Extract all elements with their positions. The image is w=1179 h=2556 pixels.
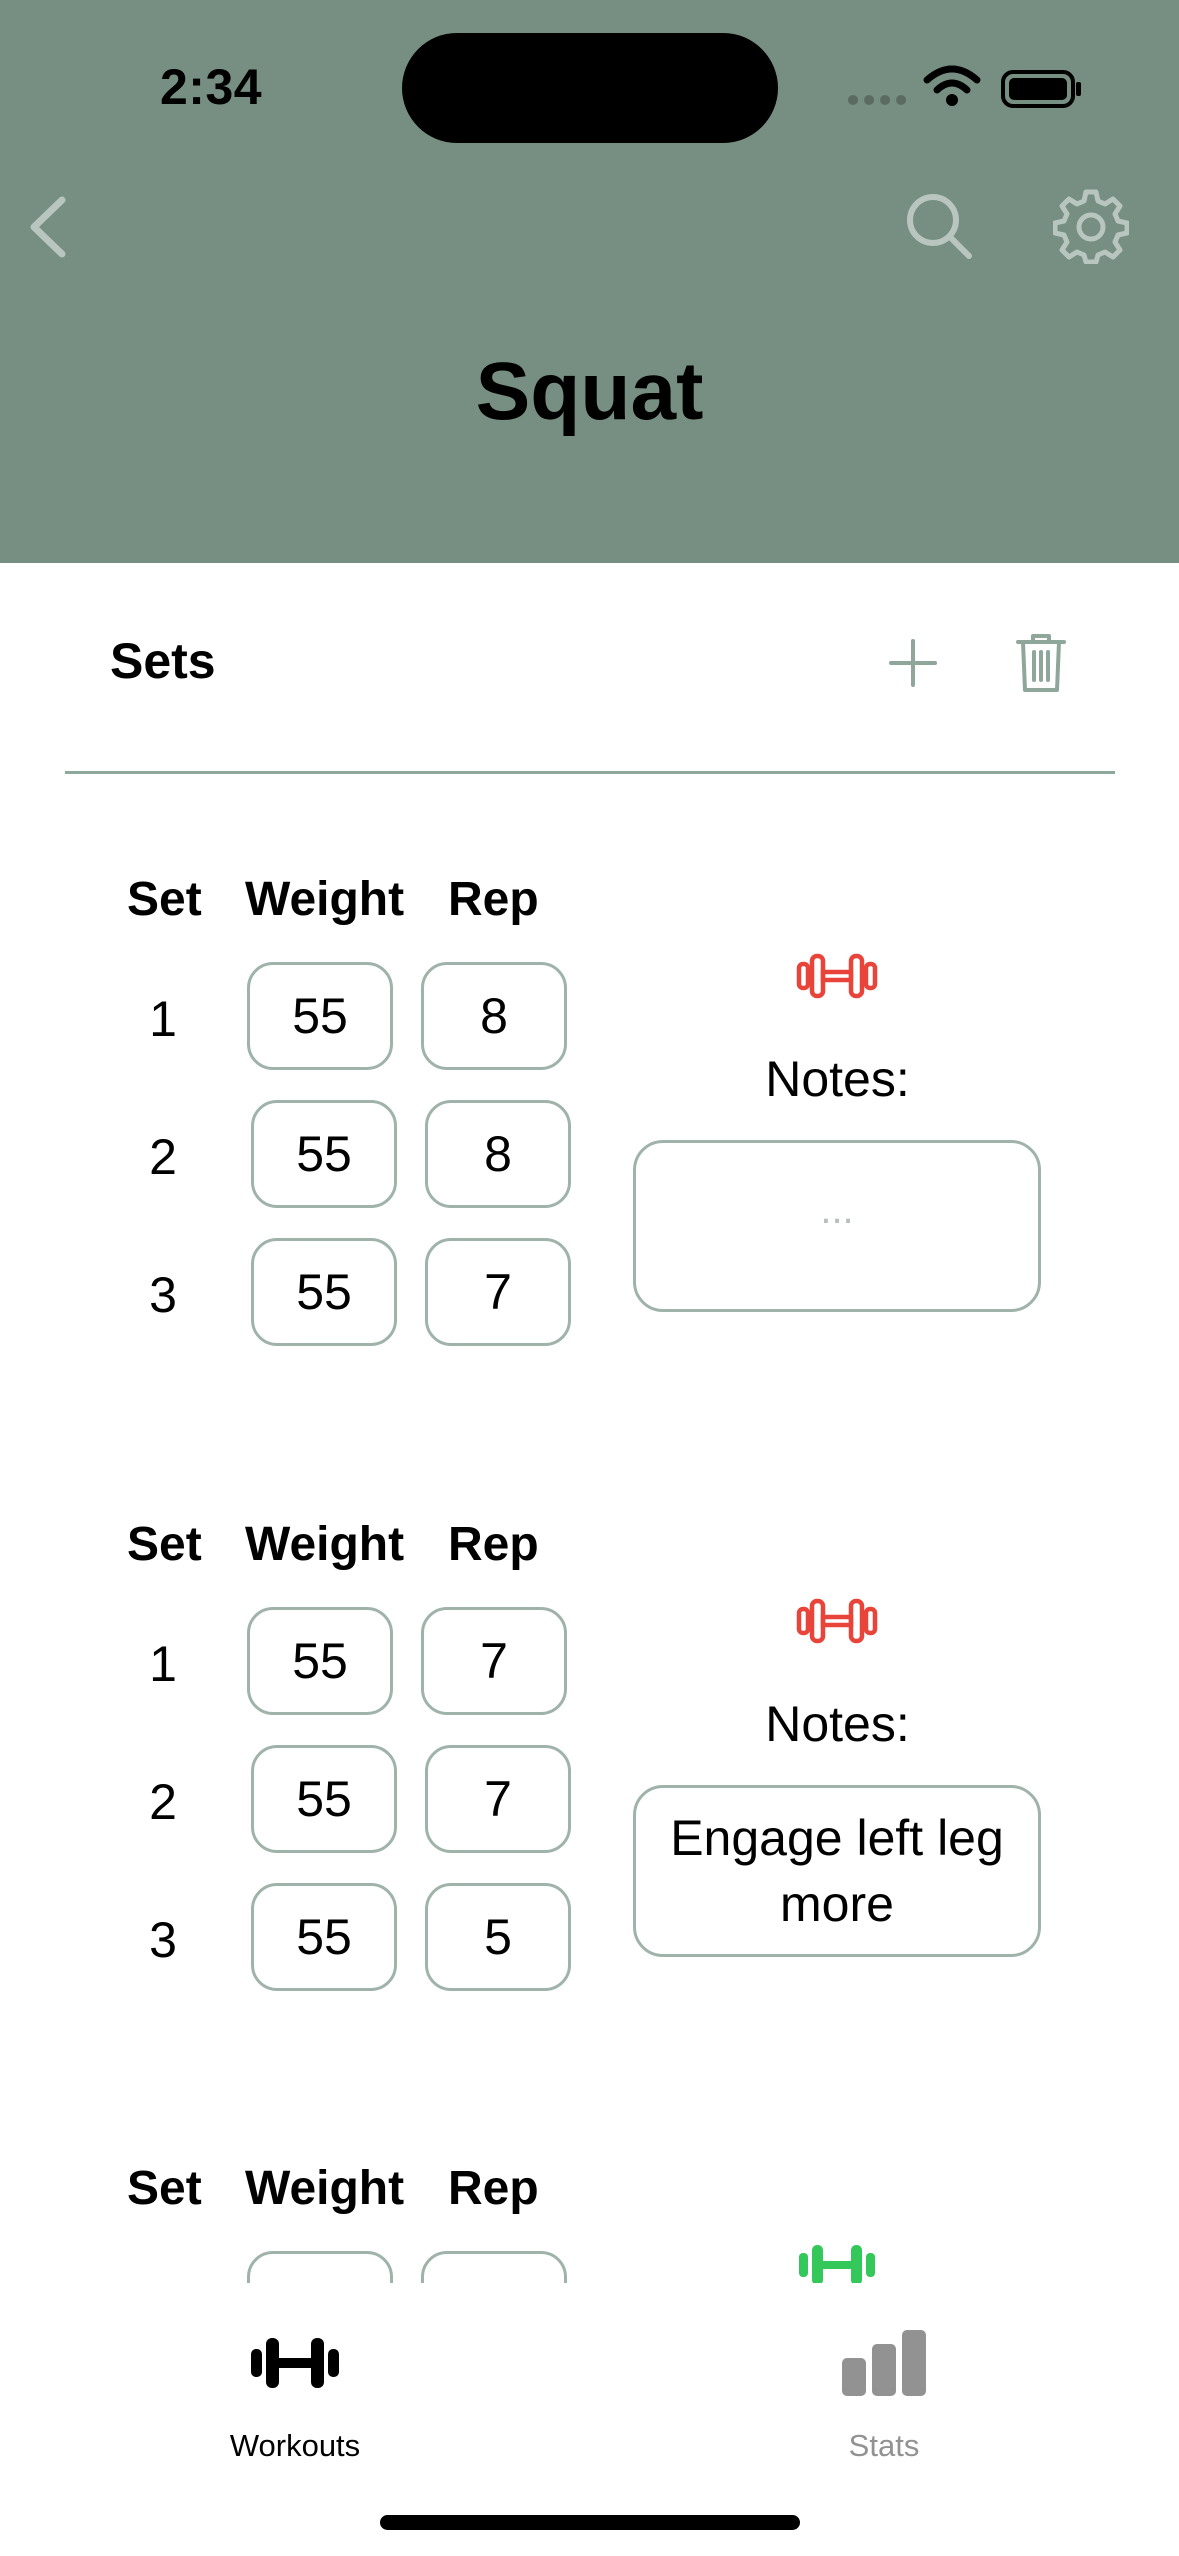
page-title: Squat [475,346,704,437]
notes-label: Notes: [765,1051,910,1107]
chevron-left-icon[interactable] [22,190,72,264]
bar-chart-icon [842,2330,926,2396]
plus-icon[interactable] [888,638,938,688]
set-number: 2 [149,1129,177,1185]
reps-field[interactable]: 7 [425,1238,571,1346]
status-icons [848,65,1081,108]
tab-label: Stats [848,2428,920,2463]
notes-field[interactable]: ... [633,1140,1041,1312]
exercise-block: Set Weight Rep [0,2161,1179,2283]
set-number: 1 [149,991,177,1047]
weight-field[interactable]: 55 [247,1607,393,1715]
column-header-weight: Weight [245,873,405,926]
weight-field[interactable]: 55 [251,1745,397,1853]
dynamic-island [402,33,778,143]
reps-field[interactable]: 5 [425,1883,571,1991]
home-indicator [380,2515,800,2530]
tab-label: Workouts [229,2428,361,2463]
column-header-set: Set [127,873,202,926]
column-header-rep: Rep [448,1518,539,1571]
reps-field[interactable]: 7 [425,1745,571,1853]
exercise-block: Set Weight Rep 1 55 8 2 55 8 3 55 7 Note… [0,872,1179,1472]
notes-placeholder: ... [820,1188,854,1232]
reps-field[interactable] [421,2251,567,2283]
dumbbell-status-icon[interactable] [796,2241,878,2283]
weight-field[interactable]: 55 [251,1883,397,1991]
weight-field[interactable]: 55 [247,962,393,1070]
weight-field[interactable]: 55 [251,1238,397,1346]
search-icon[interactable] [903,190,975,262]
column-header-set: Set [127,2162,202,2215]
reps-field[interactable]: 7 [421,1607,567,1715]
exercise-block: Set Weight Rep 1 55 7 2 55 7 3 55 5 Note… [0,1517,1179,2117]
section-divider [65,771,1115,774]
weight-field[interactable]: 55 [251,1100,397,1208]
notes-label: Notes: [765,1696,910,1752]
weight-field[interactable] [247,2251,393,2283]
sets-section-title: Sets [110,633,216,689]
column-header-rep: Rep [448,873,539,926]
tab-workouts[interactable]: Workouts [145,2283,445,2483]
tab-stats[interactable]: Stats [734,2283,1034,2483]
nav-header: 2:34 Squat [0,0,1179,563]
column-header-rep: Rep [448,2162,539,2215]
wifi-icon [923,65,981,94]
trash-icon[interactable] [1015,632,1067,694]
dumbbell-status-icon[interactable] [796,952,878,1000]
dumbbell-icon [251,2338,339,2388]
column-header-set: Set [127,1518,202,1571]
notes-field[interactable]: Engage left leg more [633,1785,1041,1957]
status-time: 2:34 [160,59,263,115]
column-header-weight: Weight [245,1518,405,1571]
gear-icon[interactable] [1053,188,1129,264]
reps-field[interactable]: 8 [425,1100,571,1208]
set-number: 1 [149,1636,177,1692]
dumbbell-status-icon[interactable] [796,1597,878,1645]
column-header-weight: Weight [245,2162,405,2215]
set-number: 2 [149,1774,177,1830]
reps-field[interactable]: 8 [421,962,567,1070]
battery-icon [1001,70,1081,108]
set-number: 3 [149,1267,177,1323]
set-number: 3 [149,1912,177,1968]
cellular-signal-icon [848,95,906,105]
